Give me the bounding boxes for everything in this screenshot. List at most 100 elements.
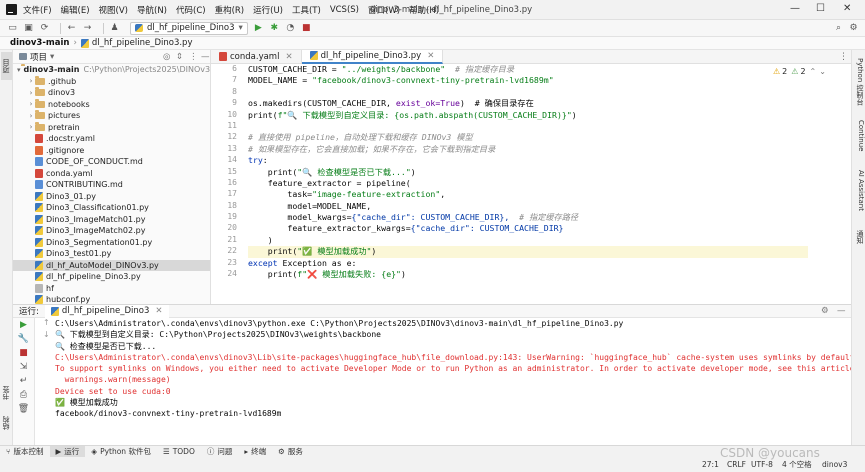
pin-icon[interactable]: ⇲	[13, 360, 34, 374]
bottom-tab[interactable]: ◈ Python 软件包	[85, 446, 157, 458]
tab-dl-hf-pipeline[interactable]: dl_hf_pipeline_Dino3.py ✕	[301, 49, 444, 64]
chevron-down-icon[interactable]: ▾	[17, 66, 21, 74]
code-line[interactable]: print(f"🔍 下载模型到自定义目录: {os.path.abspath(C…	[248, 110, 808, 121]
menu-item[interactable]: 代码(C)	[176, 4, 206, 16]
close-tab-icon[interactable]: ✕	[155, 306, 162, 316]
search-icon[interactable]: ⌕	[833, 23, 844, 34]
tree-item[interactable]: conda.yaml	[13, 168, 210, 180]
bottom-tab[interactable]: ⑂ 版本控制	[0, 446, 50, 458]
interpreter-name[interactable]: dinov3	[822, 460, 847, 469]
run-icon[interactable]: ▶	[253, 23, 264, 34]
chevron-right-icon[interactable]: ›	[27, 112, 35, 120]
tree-item[interactable]: .gitignore	[13, 145, 210, 157]
locate-file-icon[interactable]: ◎	[163, 52, 170, 62]
menu-item[interactable]: 运行(U)	[253, 4, 283, 16]
chevron-right-icon[interactable]: ›	[27, 89, 35, 97]
tree-item[interactable]: hubconf.py	[13, 294, 210, 304]
back-arrow-icon[interactable]: ←	[66, 23, 77, 34]
indent-setting[interactable]: 4 个空格	[782, 459, 812, 470]
forward-arrow-icon[interactable]: →	[82, 23, 93, 34]
chevron-right-icon[interactable]: ›	[27, 123, 35, 131]
code-line[interactable]: CUSTOM_CACHE_DIR = "../weights/backbone"…	[248, 64, 808, 75]
project-panel-title[interactable]: 项目	[30, 51, 47, 63]
minimize-icon[interactable]: —	[790, 3, 800, 14]
menu-item[interactable]: 文件(F)	[23, 4, 52, 16]
vtab-project[interactable]: 项目	[1, 52, 12, 80]
soft-wrap-icon[interactable]: ↵	[13, 374, 34, 388]
code-line[interactable]: task="image-feature-extraction",	[248, 189, 808, 200]
code-line[interactable]	[248, 121, 808, 132]
tree-item[interactable]: CONTRIBUTING.md	[13, 179, 210, 191]
run-tab[interactable]: dl_hf_pipeline_Dino3 ✕	[44, 304, 169, 318]
open-folder-icon[interactable]: ▭	[7, 23, 18, 34]
tree-item[interactable]: Dino3_01.py	[13, 191, 210, 203]
profile-icon[interactable]: ◔	[285, 23, 296, 34]
sync-icon[interactable]: ⟳	[39, 23, 50, 34]
chevron-up-icon[interactable]: ⌃	[810, 67, 817, 76]
rerun-icon[interactable]: ▶	[13, 318, 34, 332]
chevron-right-icon[interactable]: ›	[27, 77, 35, 85]
code-line[interactable]: model=MODEL_NAME,	[248, 201, 808, 212]
tree-item[interactable]: Dino3_Segmentation01.py	[13, 237, 210, 249]
print-icon[interactable]: ⎙	[13, 388, 34, 402]
tree-item[interactable]: CODE_OF_CONDUCT.md	[13, 156, 210, 168]
bottom-tab[interactable]: ▸ 终端	[238, 446, 272, 458]
vtab-python-console[interactable]: Python 控制台	[854, 54, 865, 110]
tree-item[interactable]: › pretrain	[13, 121, 210, 134]
code-line[interactable]: print("✅ 模型加载成功")	[248, 246, 808, 258]
close-tab-icon[interactable]: ✕	[285, 52, 292, 62]
panel-options-icon[interactable]: ⋮	[189, 52, 198, 62]
bottom-tab[interactable]: ⚙ 服务	[272, 446, 309, 458]
tree-item[interactable]: Dino3_ImageMatch02.py	[13, 225, 210, 237]
tree-item[interactable]: Dino3_ImageMatch01.py	[13, 214, 210, 226]
close-icon[interactable]: ✕	[843, 3, 851, 14]
debug-icon[interactable]: ✱	[269, 23, 280, 34]
bottom-tab[interactable]: ⓘ 问题	[201, 446, 239, 458]
bottom-tab[interactable]: ▶ 运行	[49, 445, 86, 458]
tree-item[interactable]: .docstr.yaml	[13, 133, 210, 145]
bottom-tab[interactable]: ☰ TODO	[157, 446, 201, 458]
chevron-right-icon[interactable]: ›	[27, 100, 35, 108]
menu-item[interactable]: 重构(R)	[215, 4, 245, 16]
menu-item[interactable]: VCS(S)	[330, 5, 359, 15]
settings-gear-icon[interactable]: ⚙	[848, 23, 859, 34]
tree-item[interactable]: Dino3_Classification01.py	[13, 202, 210, 214]
inspection-widget[interactable]: ⚠ 2 ⚠ 2 ⌃ ⌄	[773, 67, 826, 76]
wrench-icon[interactable]: 🔧	[13, 332, 34, 346]
run-console[interactable]: ↑ ↓ C:\Users\Administrator\.conda\envs\d…	[35, 318, 851, 445]
menu-item[interactable]: 工具(T)	[292, 4, 321, 16]
code-line[interactable]	[248, 87, 808, 98]
menu-item[interactable]: 视图(V)	[99, 4, 128, 16]
file-encoding[interactable]: UTF-8	[751, 460, 773, 469]
code-line[interactable]: MODEL_NAME = "facebook/dinov3-convnext-t…	[248, 75, 808, 86]
scroll-up-icon[interactable]: ↑	[43, 318, 50, 327]
caret-position[interactable]: 27:1	[702, 460, 719, 469]
breadcrumb-project[interactable]: dinov3-main	[10, 38, 69, 48]
tree-item[interactable]: dl_hf_pipeline_Dino3.py	[13, 271, 210, 283]
code-line[interactable]: # 直接使用 pipeline，自动处理下载和缓存 DINOv3 模型	[248, 132, 808, 143]
vtab-ai-assistant[interactable]: AI Assistant	[854, 162, 865, 218]
code-line[interactable]: os.makedirs(CUSTOM_CACHE_DIR, exist_ok=T…	[248, 98, 808, 109]
code-line[interactable]: # 如果模型存在，它会直接加载；如果不存在，它会下载到指定目录	[248, 144, 808, 155]
menu-item[interactable]: 导航(N)	[137, 4, 167, 16]
tree-item[interactable]: › dinov3	[13, 87, 210, 99]
stop-icon[interactable]: ■	[301, 23, 312, 34]
tree-item[interactable]: dl_hf_AutoModel_DINOv3.py	[13, 259, 210, 271]
tree-root[interactable]: ▾ dinov3-main C:\Python\Projects2025\DIN…	[13, 64, 210, 76]
scroll-down-icon[interactable]: ↓	[43, 330, 50, 339]
settings-gear-icon[interactable]: ⚙	[821, 306, 829, 316]
code-line[interactable]: )	[248, 235, 808, 246]
hide-panel-icon[interactable]: —	[201, 52, 210, 62]
code-line[interactable]: print(f"❌ 模型加载失败: {e}")	[248, 269, 808, 280]
hide-panel-icon[interactable]: —	[837, 306, 846, 316]
stop-icon[interactable]: ■	[13, 346, 34, 360]
vtab-bookmarks[interactable]: 书签	[1, 380, 12, 406]
tab-conda-yaml[interactable]: conda.yaml ✕	[211, 49, 302, 64]
chevron-down-icon[interactable]: ⌄	[819, 67, 826, 76]
code-line[interactable]: model_kwargs={"cache_dir": CUSTOM_CACHE_…	[248, 212, 808, 223]
code-line[interactable]: print("🔍 检查模型是否已下载...")	[248, 167, 808, 178]
code-line[interactable]: try:	[248, 155, 808, 166]
code-line[interactable]: feature_extractor_kwargs={"cache_dir": C…	[248, 223, 808, 234]
code-area[interactable]: CUSTOM_CACHE_DIR = "../weights/backbone"…	[248, 64, 808, 280]
tree-item[interactable]: hf	[13, 283, 210, 295]
